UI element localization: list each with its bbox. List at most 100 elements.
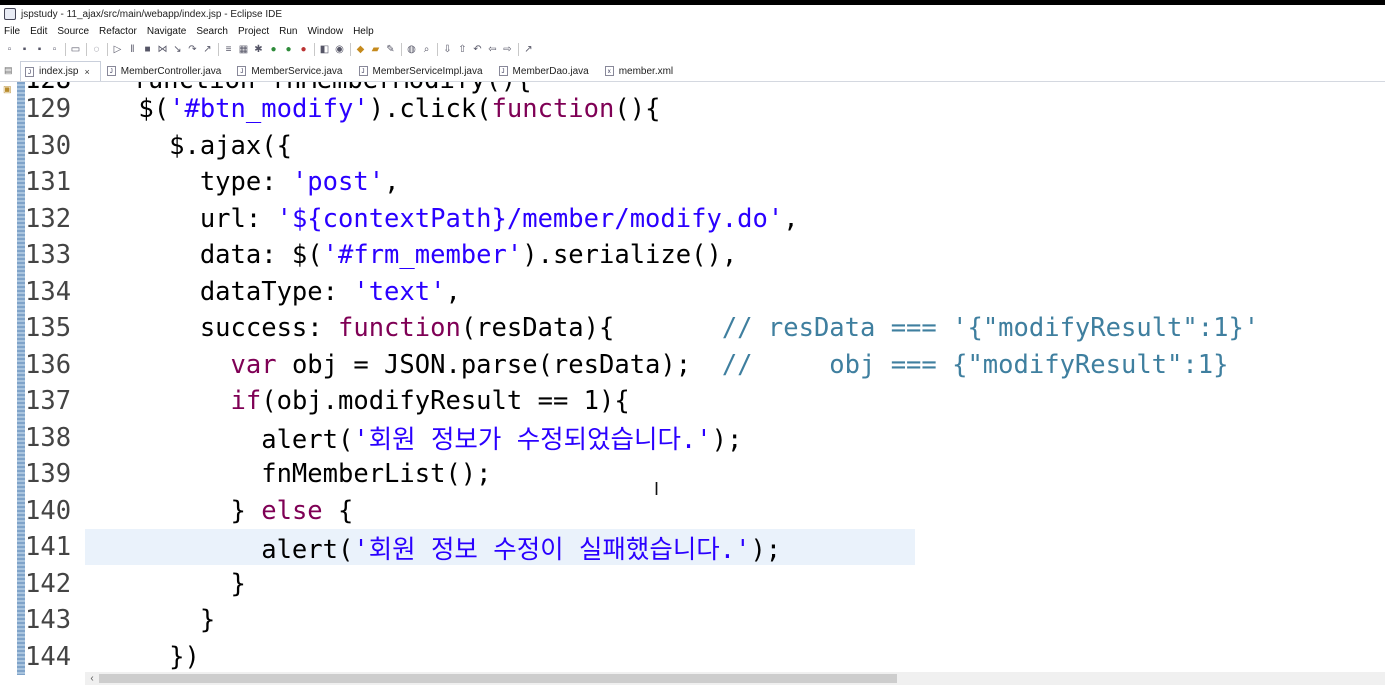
prev-annotation-icon[interactable]: ⇧ — [457, 44, 468, 55]
menu-source[interactable]: Source — [57, 26, 89, 37]
code-line: 139 fnMemberList(); — [25, 456, 1385, 492]
open-folder-icon[interactable]: ▰ — [370, 44, 381, 55]
menu-run[interactable]: Run — [279, 26, 297, 37]
overview-ruler — [17, 82, 25, 675]
terminal-icon[interactable]: ▭ — [70, 44, 81, 55]
package-explorer-icon[interactable]: ▤ — [4, 65, 14, 75]
globe-icon[interactable]: ◍ — [406, 44, 417, 55]
code-text: var obj = JSON.parse(resData); // obj ==… — [77, 350, 1229, 380]
menu-refactor[interactable]: Refactor — [99, 26, 137, 37]
block-selection-icon[interactable]: ▦ — [238, 44, 249, 55]
pin-editor-icon[interactable]: ↗ — [523, 44, 534, 55]
forward-icon[interactable]: ⇨ — [502, 44, 513, 55]
jsp-file-icon: J — [25, 66, 34, 77]
code-line: 136 var obj = JSON.parse(resData); // ob… — [25, 347, 1385, 383]
code-token: (resData){ — [460, 313, 722, 343]
window-title-bar: jspstudy - 11_ajax/src/main/webapp/index… — [0, 5, 1385, 23]
next-annotation-icon[interactable]: ⇩ — [442, 44, 453, 55]
text-cursor-icon: I — [654, 479, 660, 499]
code-token: { — [322, 495, 354, 526]
back-icon[interactable]: ⇦ — [487, 44, 498, 55]
tab-member-xml[interactable]: x member.xml — [601, 61, 683, 81]
menu-window[interactable]: Window — [307, 26, 343, 37]
menu-navigate[interactable]: Navigate — [147, 26, 186, 37]
horizontal-scrollbar[interactable]: ‹ — [85, 672, 1385, 685]
tab-memberdao-java[interactable]: J MemberDao.java — [495, 61, 599, 81]
code-token: }) — [77, 641, 200, 672]
pen-icon[interactable]: ✎ — [385, 44, 396, 55]
code-line: 143 } — [25, 602, 1385, 638]
tab-index-jsp[interactable]: J index.jsp × — [20, 61, 101, 81]
save-icon[interactable]: ▪ — [19, 44, 30, 55]
tab-membercontroller-java[interactable]: J MemberController.java — [103, 61, 232, 81]
tab-memberservice-java[interactable]: J MemberService.java — [233, 61, 352, 81]
code-text: $.ajax({ — [77, 131, 292, 161]
string-token: 'post' — [291, 167, 385, 197]
menu-edit[interactable]: Edit — [30, 26, 47, 37]
step-into-icon[interactable]: ↘ — [172, 44, 183, 55]
close-icon[interactable]: × — [84, 67, 89, 77]
menu-search[interactable]: Search — [196, 26, 228, 37]
toggle-mark-icon[interactable]: ≡ — [223, 44, 234, 55]
step-return-icon[interactable]: ↗ — [202, 44, 213, 55]
code-line: 141 alert('회원 정보 수정이 실패했습니다.'); — [25, 529, 1385, 565]
code-text: success: function(resData){ // resData =… — [77, 313, 1259, 343]
terminate-icon[interactable]: ■ — [142, 44, 153, 55]
code-token: ); — [750, 534, 782, 565]
debug-icon[interactable]: ✱ — [253, 44, 264, 55]
run-icon[interactable]: ● — [268, 44, 279, 55]
skip-breakpoints-icon[interactable]: ◌ — [91, 44, 102, 55]
suspend-icon[interactable]: ‖ — [127, 44, 138, 55]
main-toolbar: ▫ ▪ ▪ ▫ ▭ ◌ ▷ ‖ ■ ⋈ ↘ ↷ ↗ ≡ ▦ ✱ ● ● ● ◧ … — [0, 39, 1385, 59]
code-token: (){ — [614, 94, 661, 124]
scroll-left-icon[interactable]: ‹ — [85, 672, 99, 685]
menu-file[interactable]: File — [4, 26, 20, 37]
code-line: 142 } — [25, 566, 1385, 602]
open-type-icon[interactable]: ◆ — [355, 44, 366, 55]
tab-memberserviceimpl-java[interactable]: J MemberServiceImpl.java — [355, 61, 493, 81]
code-line: 138 alert('회원 정보가 수정되었습니다.'); — [25, 420, 1385, 456]
code-line: 137 if(obj.modifyResult == 1){ — [25, 383, 1385, 419]
code-text: alert('회원 정보가 수정되었습니다.'); — [77, 419, 742, 456]
eclipse-app-icon — [4, 8, 16, 20]
java-file-icon: J — [498, 66, 508, 76]
editor-tab-bar: ▤ J index.jsp × J MemberController.java … — [0, 60, 1385, 82]
code-token: $( — [77, 94, 170, 124]
code-editor[interactable]: 128 function fnMemberModify(){ 129 $('#b… — [25, 82, 1385, 672]
new-class-icon[interactable]: ◉ — [334, 44, 345, 55]
code-token: , — [384, 167, 400, 197]
code-text: $('#btn_modify').click(function(){ — [77, 94, 660, 124]
library-icon[interactable]: ▣ — [3, 84, 13, 94]
save-all-icon[interactable]: ▪ — [34, 44, 45, 55]
code-token: url: — [77, 203, 277, 234]
scrollbar-thumb[interactable] — [99, 674, 897, 683]
last-edit-icon[interactable]: ↶ — [472, 44, 483, 55]
line-number: 143 — [25, 605, 72, 635]
disconnect-icon[interactable]: ⋈ — [157, 44, 168, 55]
code-line: 133 data: $('#frm_member').serialize(), — [25, 237, 1385, 273]
code-token: type: — [77, 167, 292, 197]
left-trim: ▣ — [0, 82, 17, 685]
new-server-icon[interactable]: ◧ — [319, 44, 330, 55]
code-token: ); — [711, 425, 743, 455]
code-text: } — [77, 605, 215, 635]
external-tools-icon[interactable]: ● — [298, 44, 309, 55]
step-over-icon[interactable]: ↷ — [187, 44, 198, 55]
coverage-icon[interactable]: ● — [283, 44, 294, 55]
tab-label: MemberController.java — [120, 65, 222, 77]
line-number: 132 — [25, 203, 72, 234]
string-token: '회원 정보가 수정되었습니다.' — [353, 425, 712, 455]
toolbar-separator — [350, 42, 351, 56]
resume-icon[interactable]: ▷ — [112, 44, 123, 55]
code-line: 135 success: function(resData){ // resDa… — [25, 310, 1385, 346]
print-icon[interactable]: ▫ — [49, 44, 60, 55]
toolbar-separator — [314, 42, 315, 56]
line-number: 134 — [25, 276, 72, 307]
search-icon[interactable]: ⌕ — [421, 44, 432, 55]
menu-help[interactable]: Help — [353, 26, 374, 37]
line-number: 144 — [25, 641, 72, 672]
toolbar-separator — [518, 42, 519, 56]
menu-project[interactable]: Project — [238, 26, 269, 37]
line-number: 131 — [25, 167, 72, 197]
new-file-icon[interactable]: ▫ — [4, 44, 15, 55]
